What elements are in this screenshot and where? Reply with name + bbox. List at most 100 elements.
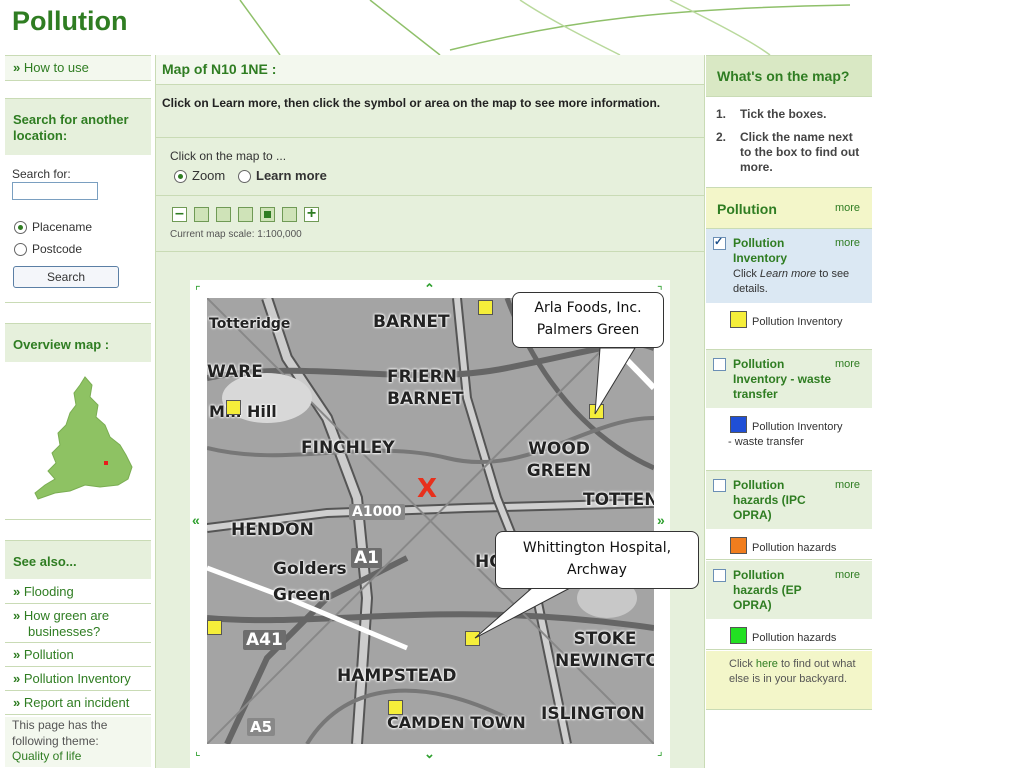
radio-postcode[interactable]: Postcode (14, 242, 82, 257)
how-to-use-link[interactable]: How to use (5, 55, 151, 81)
learn-more-radio[interactable] (238, 170, 251, 184)
pan-nw-arrow[interactable]: ⌜ (195, 284, 201, 298)
divider (156, 195, 704, 196)
how-to-use-text[interactable]: How to use (13, 60, 89, 75)
layer-ep-opra-title[interactable]: Pollution hazards (EP OPRA) (733, 568, 823, 613)
layer-ep-opra-more[interactable]: more (835, 569, 860, 581)
place-mill-hill: Mill Hill (209, 402, 277, 421)
pollution-site-arla-marker[interactable] (589, 404, 604, 419)
layer-pollution-inventory: Pollution Inventory more Click Learn mor… (706, 229, 872, 303)
see-also-green-businesses-text[interactable]: How green are businesses? (13, 608, 158, 640)
pollution-site-marker[interactable] (207, 620, 222, 635)
place-golders-green: Golders Green (273, 559, 347, 605)
pan-sw-arrow[interactable]: ⌞ (195, 744, 201, 758)
layer-ipc-opra: Pollution hazards (IPC OPRA) more (706, 471, 872, 529)
see-also-pollution-inventory-text[interactable]: Pollution Inventory (13, 671, 131, 686)
pan-north-arrow[interactable]: ⌃ (424, 281, 435, 297)
legend-swatch-green (730, 627, 747, 644)
pollution-more-link[interactable]: more (835, 202, 860, 214)
road-a5: A5 (247, 718, 276, 736)
pan-se-arrow[interactable]: ⌟ (657, 744, 663, 758)
zoom-radio[interactable] (174, 170, 187, 184)
place-totteridge: Totteridge (209, 316, 291, 332)
see-also-green-businesses[interactable]: How green are businesses? (5, 604, 151, 643)
zoom-level-5[interactable] (282, 207, 297, 222)
place-hendon: HENDON (231, 520, 314, 540)
zoom-level-1[interactable] (194, 207, 209, 222)
learn-more-option[interactable]: Learn more (238, 168, 327, 184)
see-also-report-incident[interactable]: Report an incident (5, 691, 151, 715)
radio-postcode-dot[interactable] (14, 243, 27, 257)
layer-ep-opra-checkbox[interactable] (713, 569, 726, 582)
place-hampstead: HAMPSTEAD (337, 666, 457, 686)
zoom-level-4[interactable] (260, 207, 275, 222)
place-islington: ISLINGTON (541, 704, 645, 724)
layer-pollution-inventory-title[interactable]: Pollution Inventory (733, 236, 813, 266)
overview-location-marker (104, 461, 108, 465)
theme-link[interactable]: Quality of life (12, 749, 81, 763)
pollution-heading: Pollution (717, 201, 777, 217)
backyard-here-link[interactable]: here (756, 658, 778, 670)
pollution-site-whittington-marker[interactable] (465, 631, 480, 646)
layer-waste-transfer-more[interactable]: more (835, 358, 860, 370)
place-stoke-newington: STOKE NEWINGTON (555, 629, 654, 671)
place-finchley: FINCHLEY (301, 438, 395, 458)
see-also-flooding-text[interactable]: Flooding (13, 584, 74, 599)
left-sidebar: How to use Search for another location: … (5, 55, 151, 768)
legend-waste-transfer: Pollution Inventory - waste transfer (706, 410, 872, 471)
legend-pollution-inventory: Pollution Inventory (706, 305, 872, 350)
divider (156, 137, 704, 138)
see-also-flooding[interactable]: Flooding (5, 579, 151, 604)
pan-east-arrow[interactable]: » (657, 512, 665, 528)
theme-box: This page has the following theme: Quali… (5, 717, 151, 767)
zoom-in-button[interactable]: + (304, 206, 319, 222)
step-2: 2. Click the name next to the box to find… (716, 130, 860, 174)
layer-ipc-opra-checkbox[interactable] (713, 479, 726, 492)
road-a1: A1 (351, 548, 382, 568)
page-title: Pollution (12, 6, 128, 36)
pollution-site-marker[interactable] (226, 400, 241, 415)
divider (156, 251, 704, 252)
click-label: Click on the map to ... (170, 149, 287, 163)
layer-waste-transfer-title[interactable]: Pollution Inventory - waste transfer (733, 357, 833, 402)
see-also-pollution-inventory[interactable]: Pollution Inventory (5, 667, 151, 691)
legend-ep-opra: Pollution hazards (706, 621, 872, 650)
learn-more-label: Learn more (256, 168, 327, 183)
backyard-text: Click here to find out what else is in y… (729, 658, 856, 685)
place-camden-town: CAMDEN TOWN (387, 713, 526, 732)
place-tottenham: TOTTENHAM (583, 490, 654, 510)
layer-pollution-inventory-more[interactable]: more (835, 237, 860, 249)
see-also-pollution-text[interactable]: Pollution (13, 647, 74, 662)
see-also-pollution[interactable]: Pollution (5, 643, 151, 667)
search-button[interactable]: Search (13, 266, 119, 288)
map-canvas[interactable]: Totteridge BARNET WARE FRIERN BARNET Mil… (207, 298, 654, 744)
layer-waste-transfer-checkbox[interactable] (713, 358, 726, 371)
legend-ipc-opra: Pollution hazards (706, 531, 872, 560)
search-input[interactable] (12, 182, 98, 200)
zoom-out-button[interactable]: – (172, 206, 187, 222)
pan-west-arrow[interactable]: « (192, 512, 200, 528)
callout-whittington-hospital: Whittington Hospital, Archway (495, 531, 699, 589)
layer-ipc-opra-more[interactable]: more (835, 479, 860, 491)
see-also-report-incident-text[interactable]: Report an incident (13, 695, 130, 710)
layer-pollution-inventory-checkbox[interactable] (713, 235, 726, 250)
place-wood-green: WOOD GREEN (526, 439, 592, 481)
overview-map[interactable] (30, 375, 140, 505)
radio-placename-label: Placename (32, 220, 93, 234)
search-label: Search for: (12, 167, 71, 181)
layer-ipc-opra-title[interactable]: Pollution hazards (IPC OPRA) (733, 478, 823, 523)
zoom-option[interactable]: Zoom (174, 168, 225, 184)
legend-waste-transfer-text: Pollution Inventory - waste transfer (728, 421, 843, 448)
whats-on-heading-box: What's on the map? (706, 55, 872, 97)
map-title-bar: Map of N10 1NE : (156, 55, 704, 85)
callout-arla-foods: Arla Foods, Inc. Palmers Green (512, 292, 664, 348)
pollution-site-marker[interactable] (478, 300, 493, 315)
pan-south-arrow[interactable]: ⌄ (424, 746, 435, 762)
pollution-site-marker[interactable] (388, 700, 403, 715)
place-friern-barnet: FRIERN BARNET (387, 367, 464, 409)
radio-placename-dot[interactable] (14, 221, 27, 235)
zoom-level-2[interactable] (216, 207, 231, 222)
zoom-level-3[interactable] (238, 207, 253, 222)
divider (5, 302, 151, 303)
radio-placename[interactable]: Placename (14, 220, 93, 235)
